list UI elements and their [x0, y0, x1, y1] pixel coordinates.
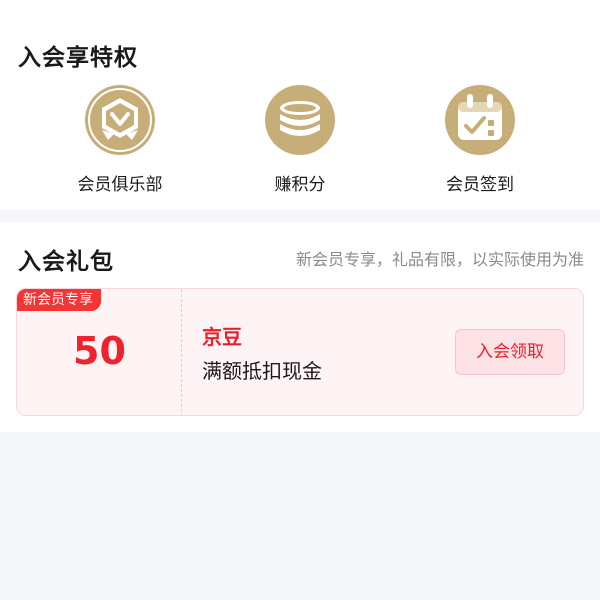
privileges-list: 会员俱乐部 赚积分 会员签到 [0, 84, 600, 204]
privileges-title: 入会享特权 [18, 45, 138, 71]
coupon-type: 京豆 [202, 325, 242, 349]
privilege-member-club[interactable]: 会员俱乐部 [40, 84, 200, 195]
privilege-earn-points[interactable]: 赚积分 [220, 84, 380, 195]
privilege-label: 赚积分 [274, 175, 326, 195]
calendar-checkin-icon [445, 85, 515, 155]
gift-title: 入会礼包 [18, 249, 114, 275]
privilege-label: 会员俱乐部 [77, 175, 163, 195]
coin-stack-icon [265, 85, 335, 155]
privileges-section: 入会享特权 会员俱乐部 赚积分 会员签到 [0, 0, 600, 210]
privilege-checkin[interactable]: 会员签到 [400, 84, 560, 195]
coupon-amount: 50 [73, 329, 126, 373]
new-member-badge: 新会员专享 [17, 289, 101, 311]
privilege-label: 会员签到 [446, 175, 514, 195]
gift-note: 新会员专享，礼品有限，以实际使用为准 [295, 250, 584, 269]
coupon-desc: 满额抵扣现金 [202, 359, 322, 383]
member-club-badge-icon [85, 85, 155, 155]
gift-section: 入会礼包 新会员专享，礼品有限，以实际使用为准 50 新会员专享 京豆 满额抵扣… [0, 222, 600, 432]
coupon-card: 50 新会员专享 京豆 满额抵扣现金 入会领取 [16, 288, 584, 416]
join-claim-button[interactable]: 入会领取 [455, 329, 565, 375]
